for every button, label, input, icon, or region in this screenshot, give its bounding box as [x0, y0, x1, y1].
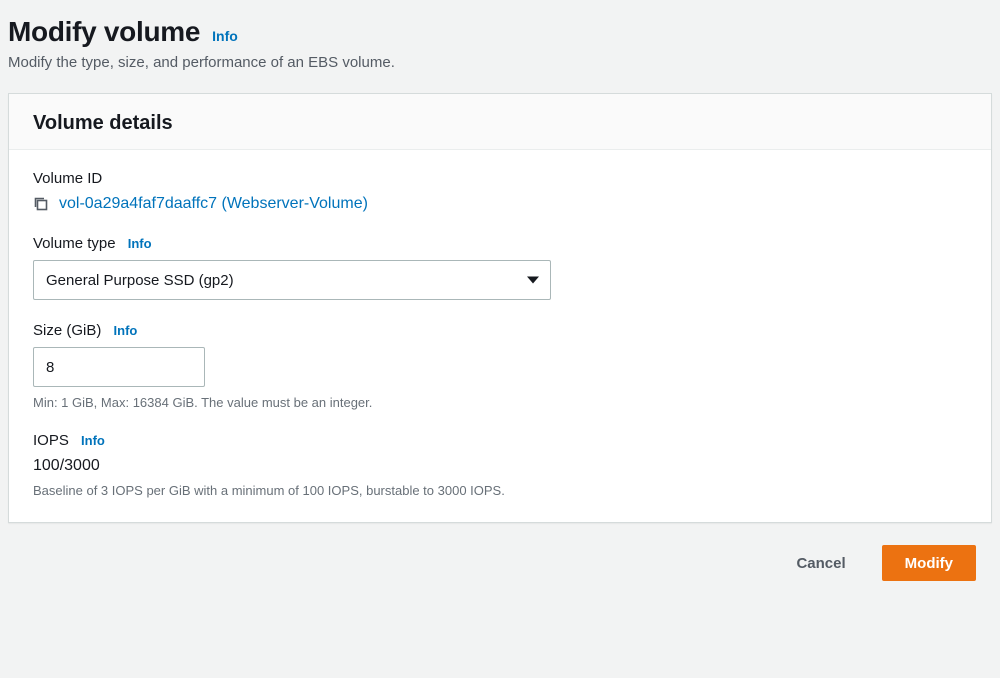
iops-value: 100/3000: [33, 457, 967, 475]
size-input[interactable]: [33, 347, 205, 387]
volume-type-label: Volume type Info: [33, 235, 967, 252]
iops-field: IOPS Info 100/3000 Baseline of 3 IOPS pe…: [33, 432, 967, 498]
volume-id-link[interactable]: vol-0a29a4faf7daaffc7 (Webserver-Volume): [59, 195, 368, 213]
info-link-size[interactable]: Info: [114, 323, 138, 338]
iops-label-text: IOPS: [33, 432, 69, 449]
volume-type-select[interactable]: General Purpose SSD (gp2): [33, 260, 551, 300]
panel-header: Volume details: [9, 94, 991, 150]
iops-label: IOPS Info: [33, 432, 967, 449]
copy-icon[interactable]: [33, 196, 49, 212]
size-field: Size (GiB) Info Min: 1 GiB, Max: 16384 G…: [33, 322, 967, 410]
panel-title: Volume details: [33, 112, 967, 135]
info-link-volume-type[interactable]: Info: [128, 236, 152, 251]
volume-id-field: Volume ID vol-0a29a4faf7daaffc7 (Webserv…: [33, 170, 967, 213]
page-description: Modify the type, size, and performance o…: [8, 54, 992, 71]
volume-type-label-text: Volume type: [33, 235, 116, 252]
modify-button[interactable]: Modify: [882, 545, 976, 581]
info-link-header[interactable]: Info: [212, 28, 238, 44]
size-hint: Min: 1 GiB, Max: 16384 GiB. The value mu…: [33, 395, 967, 410]
iops-hint: Baseline of 3 IOPS per GiB with a minimu…: [33, 483, 967, 498]
size-label: Size (GiB) Info: [33, 322, 967, 339]
footer: Cancel Modify: [8, 523, 992, 595]
size-label-text: Size (GiB): [33, 322, 101, 339]
volume-type-field: Volume type Info General Purpose SSD (gp…: [33, 235, 967, 300]
cancel-button[interactable]: Cancel: [774, 545, 867, 581]
page-title: Modify volume: [8, 16, 200, 48]
volume-id-label: Volume ID: [33, 170, 967, 187]
volume-details-panel: Volume details Volume ID vol-0a29a4faf7d…: [8, 93, 992, 523]
info-link-iops[interactable]: Info: [81, 433, 105, 448]
